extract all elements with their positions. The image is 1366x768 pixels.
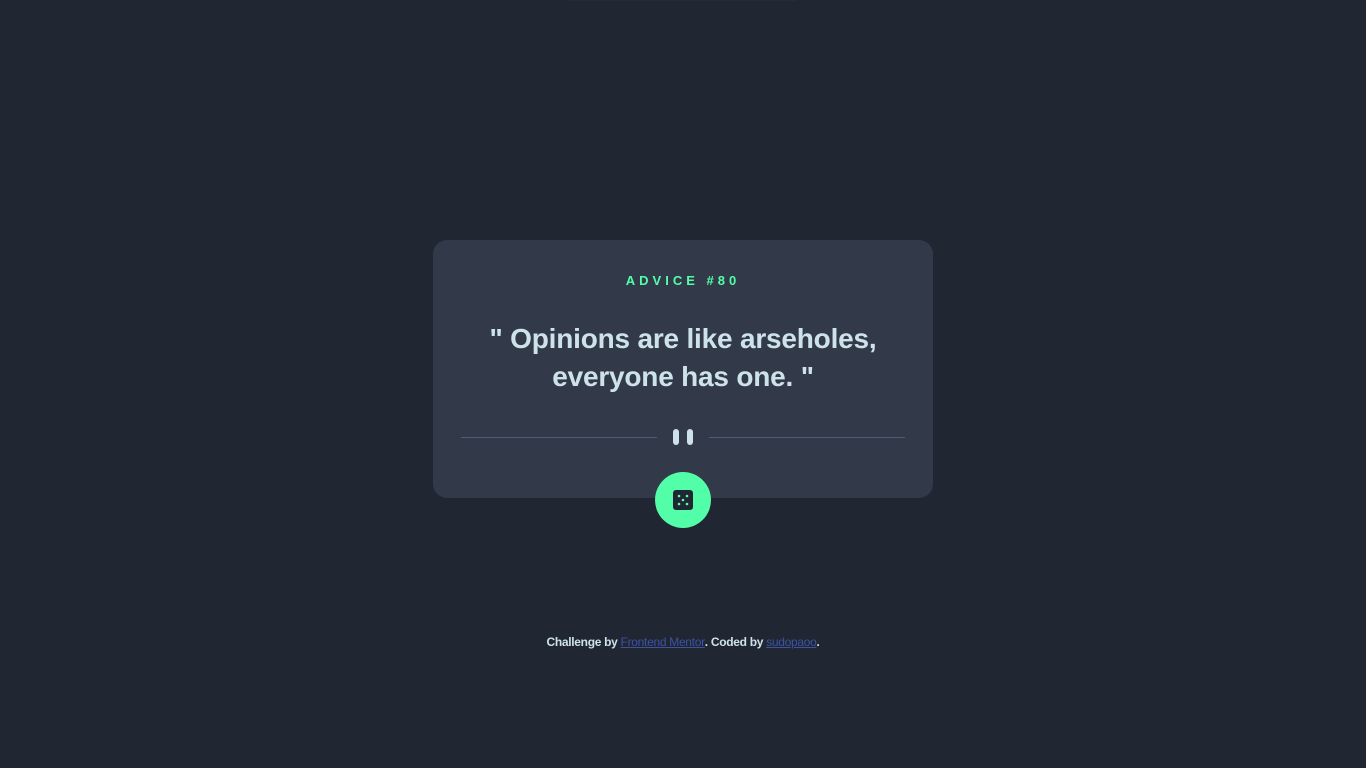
divider-line-left xyxy=(461,437,657,438)
advice-number: ADVICE #80 xyxy=(625,273,741,288)
new-advice-button[interactable] xyxy=(655,472,711,528)
pattern-divider xyxy=(461,428,905,446)
footer-prefix: Challenge by xyxy=(546,635,621,649)
dice-icon xyxy=(673,490,693,510)
footer-middle: . Coded by xyxy=(704,635,767,649)
divider-line-right xyxy=(709,437,905,438)
pause-icon xyxy=(673,429,693,445)
attribution-footer: Challenge by Frontend Mentor. Coded by s… xyxy=(0,635,1366,649)
author-link[interactable]: sudopaoo xyxy=(766,635,817,649)
frontend-mentor-link[interactable]: Frontend Mentor xyxy=(621,635,706,649)
footer-suffix: . xyxy=(816,635,820,649)
advice-quote: " Opinions are like arseholes, everyone … xyxy=(489,323,877,392)
top-divider xyxy=(570,0,796,1)
page: ADVICE #80 " Opinions are like arseholes… xyxy=(0,0,1366,768)
advice-card: ADVICE #80 " Opinions are like arseholes… xyxy=(433,240,933,498)
